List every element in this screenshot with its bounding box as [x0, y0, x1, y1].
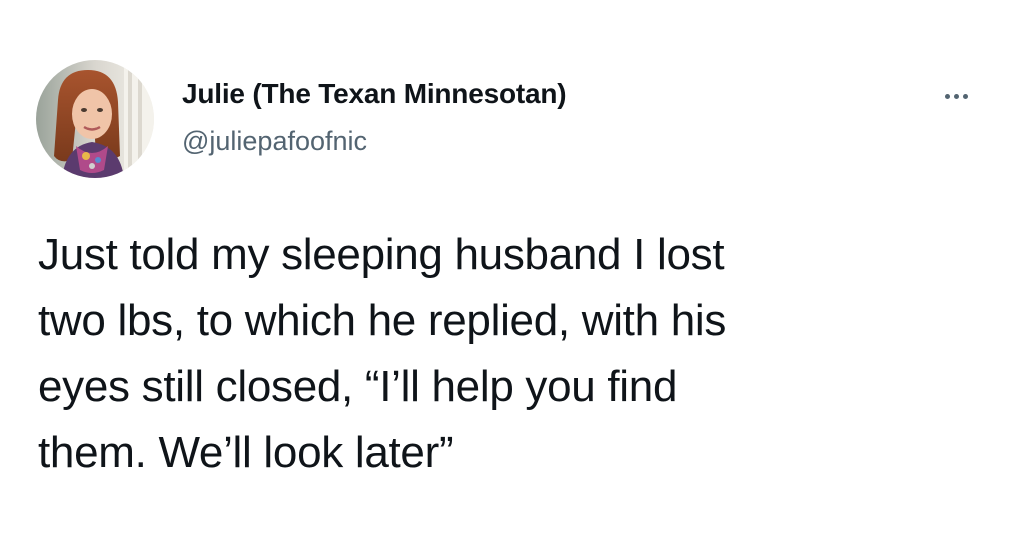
more-horizontal-icon: [944, 93, 950, 99]
tweet-text: Just told my sleeping husband I lost two…: [38, 222, 998, 486]
tweet-text-line: them. We’ll look later”: [38, 428, 454, 477]
tweet-text-line: eyes still closed, “I’ll help you find: [38, 362, 678, 411]
author-handle[interactable]: @juliepafoofnic: [182, 124, 367, 158]
tweet-card: Julie (The Texan Minnesotan) @juliepafoo…: [0, 0, 1024, 543]
author-name[interactable]: Julie (The Texan Minnesotan): [182, 76, 567, 112]
tweet-text-line: two lbs, to which he replied, with his: [38, 296, 727, 345]
tweet-text-line: Just told my sleeping husband I lost: [38, 230, 725, 279]
more-horizontal-icon-dot: [962, 93, 968, 99]
more-options-button[interactable]: [928, 82, 984, 110]
more-horizontal-icon-dot: [953, 93, 959, 99]
author-avatar[interactable]: [36, 60, 154, 178]
profile-photo-icon: [36, 60, 154, 178]
